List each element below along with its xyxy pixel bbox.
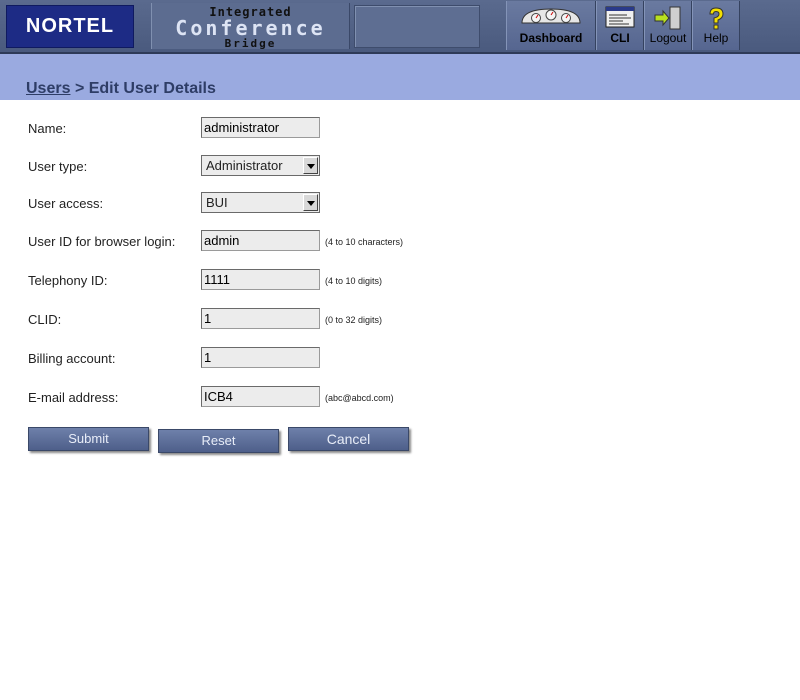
nortel-logo: NORTEL (6, 5, 134, 48)
telephony-id-input[interactable]: 1111 (201, 269, 320, 290)
billing-label: Billing account: (28, 351, 116, 366)
clid-input[interactable]: 1 (201, 308, 320, 329)
form-row-telephony-id: Telephony ID: 1111 (4 to 10 digits) (0, 269, 800, 293)
dashboard-button[interactable]: Dashboard (506, 1, 596, 50)
form-row-user-access: User access: BUI (0, 192, 800, 216)
user-type-value: Administrator (206, 158, 283, 173)
form-row-billing: Billing account: 1 (0, 347, 800, 371)
breadcrumb-separator: > (74, 80, 85, 97)
telephony-id-hint: (4 to 10 digits) (325, 276, 383, 286)
gauge-icon (520, 6, 582, 29)
user-type-select[interactable]: Administrator (201, 155, 320, 176)
form-row-user-id: User ID for browser login: admin (4 to 1… (0, 230, 800, 254)
clid-hint: (0 to 32 digits) (325, 315, 383, 325)
billing-input[interactable]: 1 (201, 347, 320, 368)
form-row-name: Name: administrator (0, 117, 800, 141)
chevron-down-icon[interactable] (303, 157, 318, 174)
submit-button[interactable]: Submit (28, 427, 149, 451)
telephony-id-label: Telephony ID: (28, 273, 108, 288)
form-row-user-type: User type: Administrator (0, 155, 800, 179)
help-label: Help (703, 31, 729, 45)
terminal-icon (605, 6, 635, 33)
chevron-down-icon[interactable] (303, 194, 318, 211)
status-panel (354, 5, 480, 48)
email-hint: (abc@abcd.com) (325, 393, 394, 403)
logo-text: NORTEL (25, 15, 115, 37)
form-row-clid: CLID: 1 (0 to 32 digits) (0, 308, 800, 332)
product-title: Integrated Conference Bridge (151, 3, 350, 50)
user-id-input[interactable]: admin (201, 230, 320, 251)
top-banner: NORTEL Integrated Conference Bridge Dash… (0, 0, 800, 54)
clid-label: CLID: (28, 312, 62, 327)
email-label: E-mail address: (28, 390, 119, 405)
user-access-value: BUI (206, 195, 228, 210)
dashboard-label: Dashboard (519, 31, 583, 45)
reset-button[interactable]: Reset (158, 429, 279, 453)
user-type-label: User type: (28, 159, 88, 174)
breadcrumb-current: Edit User Details (88, 80, 216, 97)
cli-button[interactable]: CLI (596, 1, 644, 50)
form-row-email: E-mail address: ICB4 (abc@abcd.com) (0, 386, 800, 410)
breadcrumb-users-link[interactable]: Users (26, 80, 70, 97)
breadcrumb: Users > Edit User Details (26, 80, 216, 98)
help-button[interactable]: Help (692, 1, 740, 50)
cli-label: CLI (610, 31, 630, 45)
user-id-hint: (4 to 10 characters) (325, 237, 404, 247)
user-access-select[interactable]: BUI (201, 192, 320, 213)
name-label: Name: (28, 121, 67, 136)
logout-button[interactable]: Logout (644, 1, 692, 50)
user-id-label: User ID for browser login: (28, 234, 176, 249)
cancel-button[interactable]: Cancel (288, 427, 409, 451)
user-access-label: User access: (28, 196, 104, 211)
logout-label: Logout (649, 31, 687, 45)
name-input[interactable]: administrator (201, 117, 320, 138)
email-input[interactable]: ICB4 (201, 386, 320, 407)
product-title-line3: Bridge (224, 37, 277, 50)
